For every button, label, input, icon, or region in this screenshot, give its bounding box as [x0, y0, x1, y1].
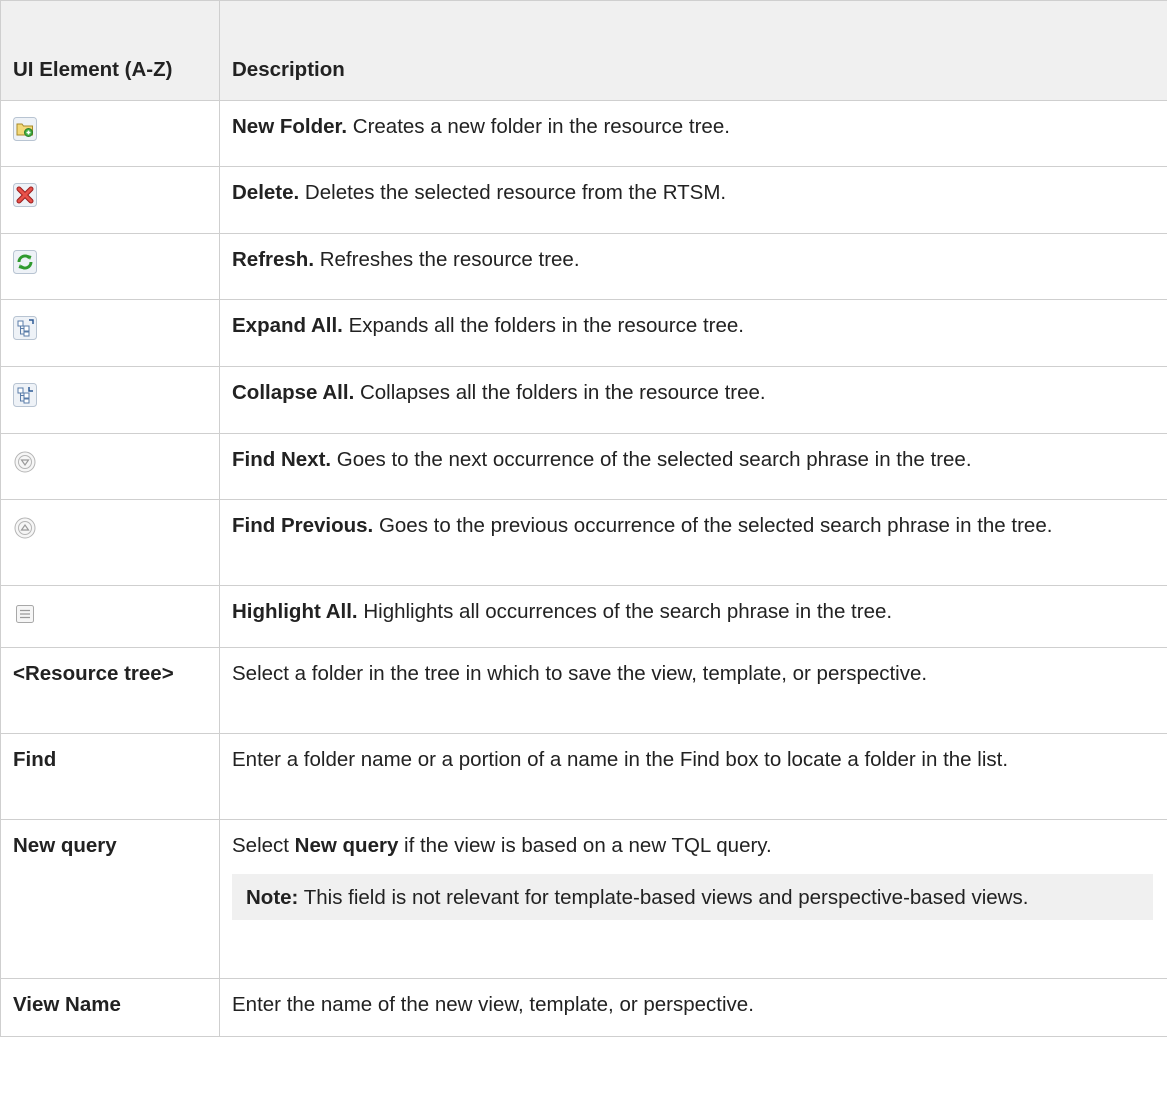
- row-title: Find Previous.: [232, 514, 374, 537]
- view-name-description: Enter the name of the new view, template…: [219, 978, 1167, 1037]
- row-title: Collapse All.: [232, 381, 355, 404]
- find-label: Find: [0, 733, 220, 820]
- row-description: Goes to the previous occurrence of the s…: [373, 514, 1053, 537]
- refresh-icon: [13, 250, 37, 274]
- row-title: New Folder.: [232, 115, 348, 138]
- row-description: Refreshes the resource tree.: [314, 248, 580, 271]
- row-title: Expand All.: [232, 314, 343, 337]
- column-header-description: Description: [219, 0, 1167, 101]
- new-query-description: Select New query if the view is based on…: [232, 834, 772, 857]
- table-row: Collapse All. Collapses all the folders …: [0, 366, 1167, 434]
- ui-elements-table: UI Element (A-Z) Description New Folder.…: [0, 0, 1167, 1037]
- table-row: Expand All. Expands all the folders in t…: [0, 299, 1167, 367]
- row-title: Refresh.: [232, 248, 315, 271]
- collapse-all-icon: [13, 383, 37, 407]
- view-name-label: View Name: [0, 978, 220, 1037]
- expand-all-icon: [13, 316, 37, 340]
- table-row: New query Select New query if the view i…: [0, 819, 1167, 979]
- table-row: Find Enter a folder name or a portion of…: [0, 733, 1167, 820]
- table-row: <Resource tree> Select a folder in the t…: [0, 647, 1167, 734]
- note-label: Note:: [246, 886, 299, 909]
- table-row: New Folder. Creates a new folder in the …: [0, 100, 1167, 167]
- row-description: Goes to the next occurrence of the selec…: [331, 448, 972, 471]
- find-previous-icon: [13, 516, 37, 540]
- row-title: Highlight All.: [232, 600, 358, 623]
- note-box: Note: This field is not relevant for tem…: [232, 874, 1153, 920]
- find-next-icon: [13, 450, 37, 474]
- new-query-label: New query: [0, 819, 220, 979]
- find-description: Enter a folder name or a portion of a na…: [219, 733, 1167, 820]
- delete-icon: [13, 183, 37, 207]
- resource-tree-description: Select a folder in the tree in which to …: [219, 647, 1167, 734]
- new-folder-icon: [13, 117, 37, 141]
- table-row: Highlight All. Highlights all occurrence…: [0, 585, 1167, 648]
- row-title: Find Next.: [232, 448, 332, 471]
- table-row: View Name Enter the name of the new view…: [0, 978, 1167, 1037]
- row-title: Delete.: [232, 181, 300, 204]
- table-row: Find Next. Goes to the next occurrence o…: [0, 433, 1167, 500]
- row-description: Creates a new folder in the resource tre…: [347, 115, 730, 138]
- table-row: Refresh. Refreshes the resource tree.: [0, 233, 1167, 300]
- row-description: Collapses all the folders in the resourc…: [354, 381, 766, 404]
- row-description: Deletes the selected resource from the R…: [299, 181, 727, 204]
- highlight-all-icon: [13, 602, 37, 626]
- column-header-ui-element: UI Element (A-Z): [0, 0, 220, 101]
- table-row: Delete. Deletes the selected resource fr…: [0, 166, 1167, 234]
- resource-tree-label: <Resource tree>: [0, 647, 220, 734]
- table-row: Find Previous. Goes to the previous occu…: [0, 499, 1167, 586]
- row-description: Expands all the folders in the resource …: [342, 314, 744, 337]
- table-header-row: UI Element (A-Z) Description: [0, 0, 1167, 101]
- note-text: This field is not relevant for template-…: [298, 886, 1029, 909]
- row-description: Highlights all occurrences of the search…: [357, 600, 893, 623]
